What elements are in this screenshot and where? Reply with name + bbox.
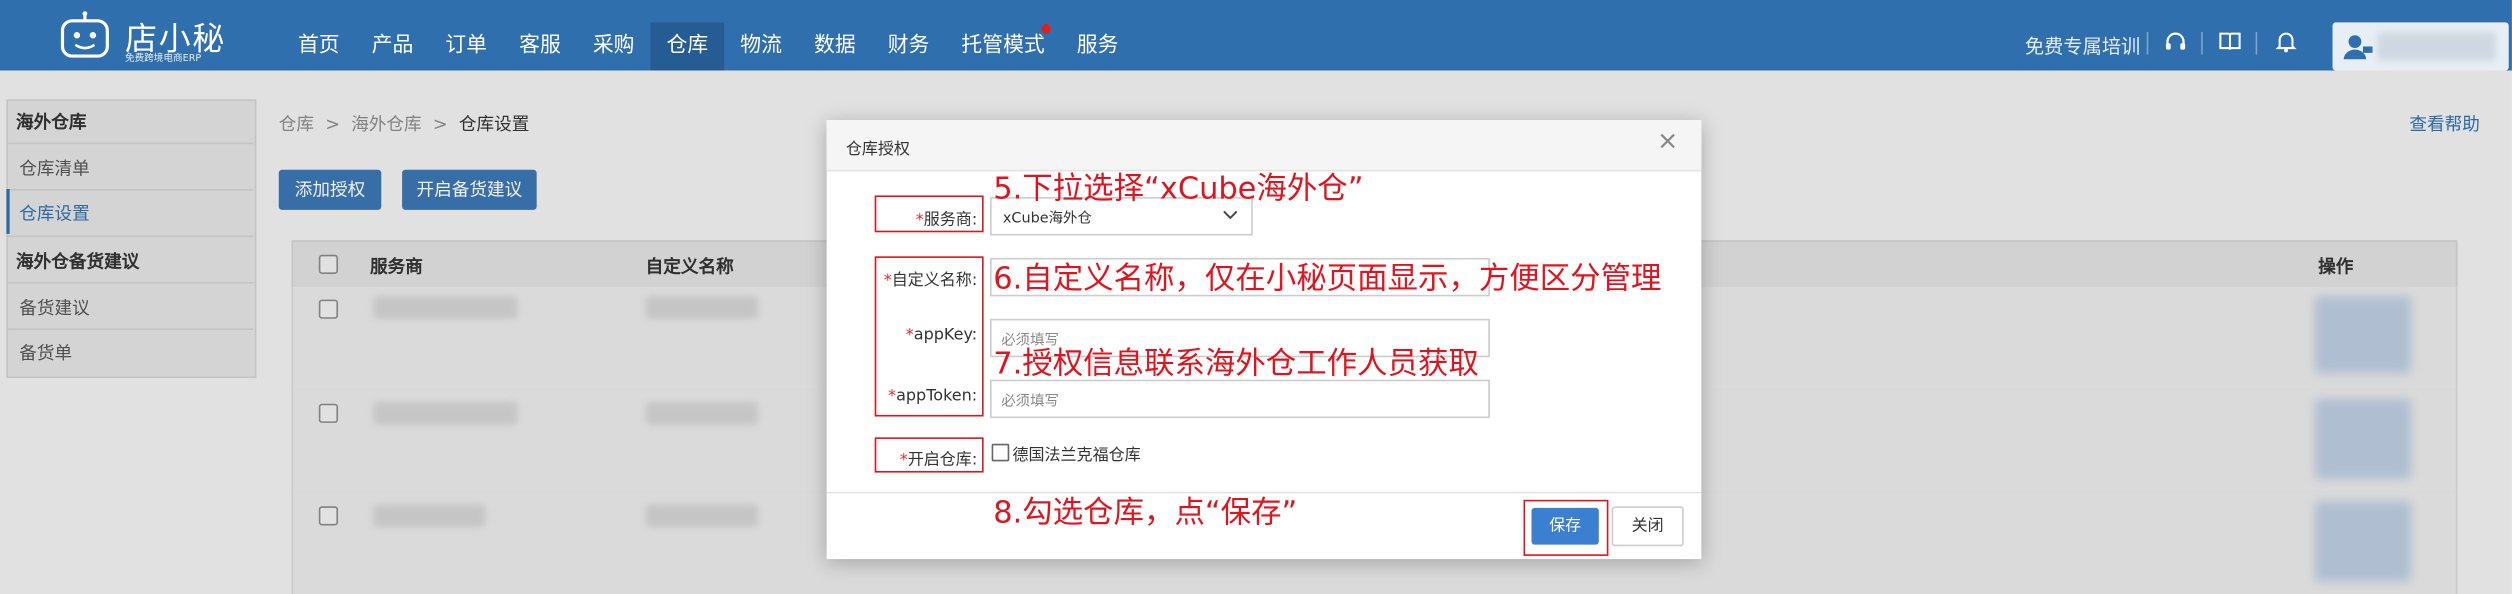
nav-home[interactable]: 首页 [282,22,356,70]
apptoken-input[interactable]: 必须填写 [990,379,1490,419]
headset-icon[interactable] [2163,29,2189,55]
warehouse-checkbox[interactable] [991,443,1010,462]
bell-icon[interactable] [2273,29,2299,55]
nav-orders[interactable]: 订单 [429,22,503,70]
divider [2146,32,2149,55]
nav-products[interactable]: 产品 [356,22,430,70]
logo-subtitle: 免费跨境电商ERP [124,52,202,65]
page-root: 店小秘 免费跨境电商ERP 首页 产品 订单 客服 采购 仓库 物流 数据 财务… [0,0,2512,594]
annotation-step-8: 8.勾选仓库，点“保存” [993,495,1298,531]
user-menu[interactable] [2332,22,2509,71]
dialog-title: 仓库授权 [845,140,910,159]
annotation-step-7: 7.授权信息联系海外仓工作人员获取 [993,346,1479,382]
highlight-box-enable-warehouse [874,437,984,473]
nav-warehouse[interactable]: 仓库 [650,22,725,71]
logo[interactable]: 店小秘 免费跨境电商ERP [58,6,234,64]
highlight-box-save [1523,499,1609,556]
close-icon[interactable] [1656,130,1678,152]
user-name-redacted [2377,32,2496,61]
free-training-link[interactable]: 免费专属培训 [2025,32,2140,59]
annotation-step-6: 6.自定义名称，仅在小秘页面显示，方便区分管理 [993,261,1662,297]
robot-logo-icon [60,11,109,58]
divider [2255,32,2258,55]
nav-managed-mode[interactable]: 托管模式 [945,22,1060,70]
provider-selected-value: xCube海外仓 [1002,211,1092,228]
nav-finance[interactable]: 财务 [872,22,946,70]
nav-data[interactable]: 数据 [798,22,872,70]
apptoken-placeholder: 必须填写 [1001,394,1059,411]
book-icon[interactable] [2217,29,2243,55]
annotation-step-5: 5.下拉选择“xCube海外仓” [993,171,1364,207]
notification-dot [1041,24,1052,34]
close-button[interactable]: 关闭 [1611,506,1684,547]
highlight-box-credentials [874,256,984,417]
nav-services[interactable]: 服务 [1061,22,1135,70]
nav-purchase[interactable]: 采购 [577,22,651,70]
top-navigation-bar: 店小秘 免费跨境电商ERP 首页 产品 订单 客服 采购 仓库 物流 数据 财务… [0,0,2512,71]
nav-logistics[interactable]: 物流 [724,22,798,70]
nav-customer-service[interactable]: 客服 [503,22,577,70]
highlight-box-provider [874,195,984,233]
chevron-down-icon [1223,210,1238,220]
warehouse-option-label[interactable]: 德国法兰克福仓库 [1012,441,1140,465]
dialog-header [826,120,1702,172]
nav-managed-mode-label: 托管模式 [961,33,1045,58]
user-avatar-icon [2343,35,2373,60]
divider [2201,32,2203,55]
main-nav: 首页 产品 订单 客服 采购 仓库 物流 数据 财务 托管模式 服务 [282,22,1135,71]
